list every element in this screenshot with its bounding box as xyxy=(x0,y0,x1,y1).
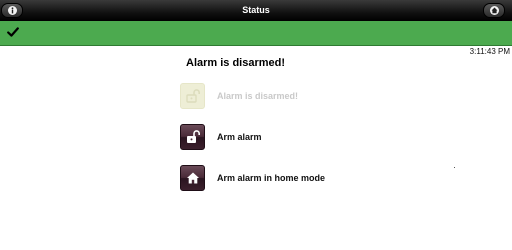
arm-alarm-home-mode-label: Arm alarm in home mode xyxy=(217,173,326,183)
arm-alarm-button[interactable]: Arm alarm xyxy=(180,124,262,150)
status-bar xyxy=(0,21,512,46)
arm-alarm-home-mode-button[interactable]: Arm alarm in home mode xyxy=(180,165,325,191)
alarm-disarmed-item: Alarm is disarmed! xyxy=(180,83,298,109)
page-title: Status xyxy=(242,5,270,15)
title-bar: Status xyxy=(0,0,512,21)
alarm-status-heading: Alarm is disarmed! xyxy=(186,57,286,69)
stray-dot xyxy=(454,167,455,168)
padlock-icon xyxy=(180,124,205,150)
alarm-disarmed-label: Alarm is disarmed! xyxy=(217,91,299,101)
unlocked-padlock-icon xyxy=(180,83,205,109)
house-icon xyxy=(180,165,205,191)
home-icon xyxy=(489,6,499,15)
checkmark-icon xyxy=(7,27,19,37)
clock-time: 3:11:43 PM xyxy=(469,47,510,56)
home-button[interactable] xyxy=(483,3,505,18)
arm-alarm-label: Arm alarm xyxy=(217,132,262,142)
